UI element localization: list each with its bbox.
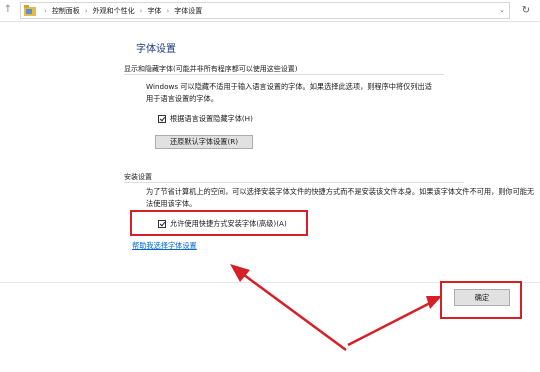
- annotation-arrow-icon: [230, 264, 442, 352]
